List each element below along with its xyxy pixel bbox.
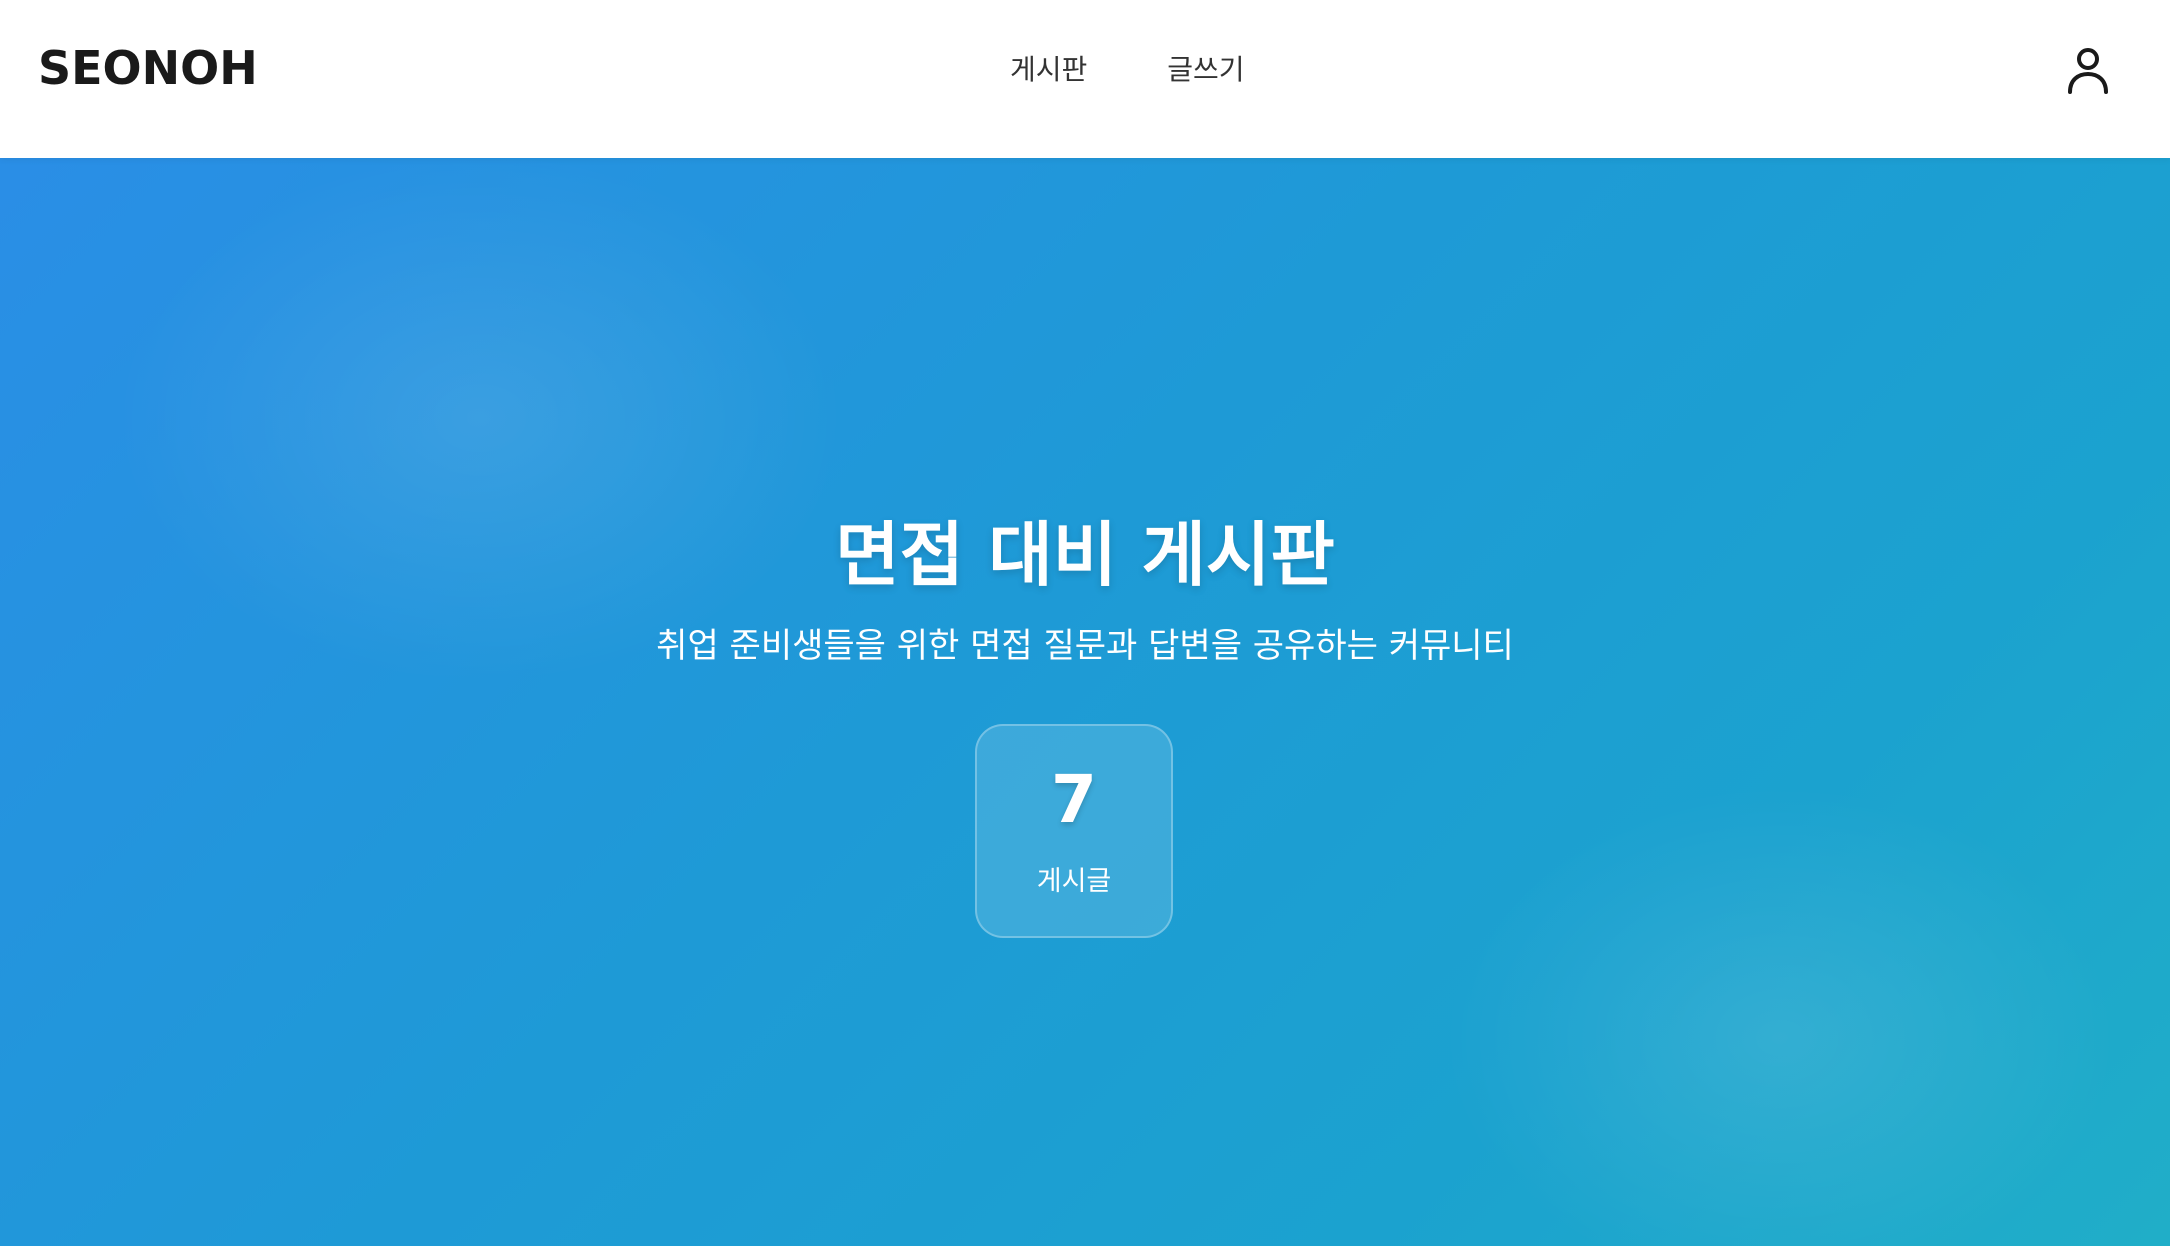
user-menu-button[interactable]: [2060, 42, 2116, 98]
hero-title: 면접 대비 게시판: [835, 514, 1335, 596]
nav-link-board[interactable]: 게시판: [1010, 46, 1087, 94]
top-navbar: SEONOH 게시판 글쓰기: [0, 0, 2170, 158]
site-logo[interactable]: SEONOH: [38, 38, 258, 98]
hero-banner: 면접 대비 게시판 취업 준비생들을 위한 면접 질문과 답변을 공유하는 커뮤…: [0, 158, 2170, 1246]
post-count-card: 7 게시글: [975, 724, 1173, 938]
main-nav: 게시판 글쓰기: [1010, 46, 1245, 94]
page: SEONOH 게시판 글쓰기 면접 대비 게시판 취업 준비생들을 위한 면접 …: [0, 0, 2170, 1246]
nav-link-write[interactable]: 글쓰기: [1167, 46, 1244, 94]
user-icon: [2068, 48, 2108, 94]
post-count-label: 게시글: [1036, 866, 1112, 897]
post-count-value: 7: [1051, 761, 1097, 838]
hero-subtitle: 취업 준비생들을 위한 면접 질문과 답변을 공유하는 커뮤니티: [656, 626, 1514, 666]
